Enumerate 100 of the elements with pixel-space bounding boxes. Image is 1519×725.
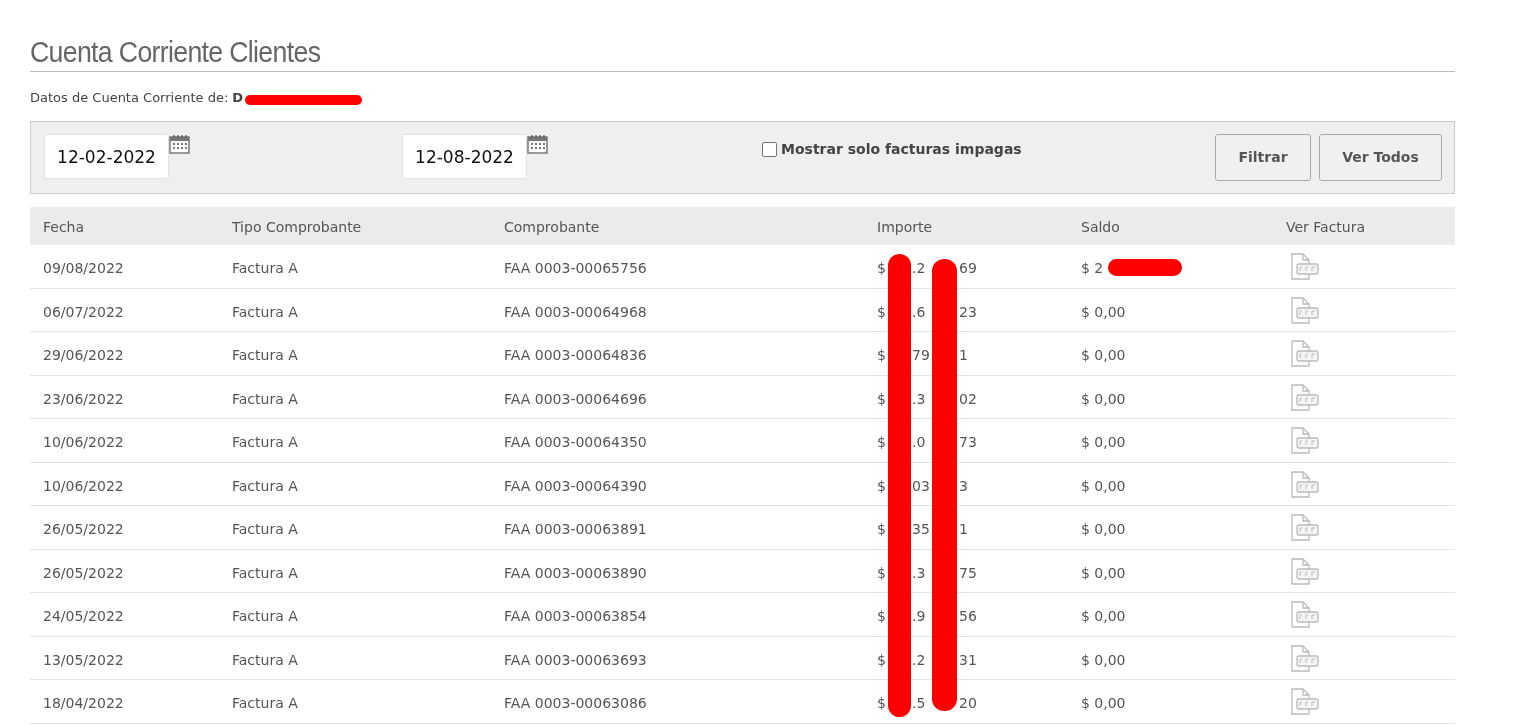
table-cell-text: 1 (959, 520, 968, 539)
table-cell-text: .5 (912, 694, 926, 713)
checkbox-label: Mostrar solo facturas impagas (781, 140, 1022, 159)
table-cell-text: 35 (912, 520, 930, 539)
table-cell-text: FAA 0003-00064390 (504, 476, 647, 496)
table-cell-text: 02 (959, 389, 977, 409)
show-all-button[interactable]: Ver Todos (1319, 134, 1442, 181)
table-cell-text: $ (877, 346, 886, 365)
table-cell-text: 10/06/2022 (43, 433, 124, 452)
table-cell-text: $ 0,00 (1081, 389, 1126, 409)
unpaid-checkbox[interactable] (762, 142, 777, 157)
column-header: Fecha (43, 218, 85, 237)
table-cell-text: 1 (959, 346, 968, 365)
pdf-file-icon[interactable] (1288, 601, 1320, 629)
table-cell-text: Factura A (232, 650, 298, 670)
table-cell-text: $ 0,00 (1081, 694, 1126, 713)
table-cell-text: FAA 0003-00063890 (504, 563, 647, 583)
table-cell-text: .6 (912, 302, 926, 322)
table-cell-text: 3 (959, 476, 968, 496)
table-cell-text: Factura A (232, 346, 298, 365)
table-cell-text: .9 (912, 607, 926, 626)
table-cell-text: $ (877, 389, 886, 409)
table-cell-text: 10/06/2022 (43, 476, 124, 496)
table-cell-text: Factura A (232, 433, 298, 452)
table-cell-text: Factura A (232, 476, 298, 496)
table-cell-text: $ 0,00 (1081, 346, 1126, 365)
pdf-file-icon[interactable] (1288, 688, 1320, 716)
table-cell-text: 24/05/2022 (43, 607, 124, 626)
calendar-icon[interactable] (527, 134, 548, 154)
table-cell-text: 26/05/2022 (43, 520, 124, 539)
table-cell-text: FAA 0003-00063854 (504, 607, 647, 626)
column-header: Tipo Comprobante (232, 218, 362, 237)
table-cell-text: Factura A (232, 694, 298, 713)
column-header: Comprobante (504, 218, 600, 237)
table-cell-text: Factura A (232, 607, 298, 626)
table-cell-text: 29/06/2022 (43, 346, 124, 365)
table-cell-text: 13/05/2022 (43, 650, 124, 670)
table-cell-text: 23 (959, 302, 977, 322)
table-cell-text: 09/08/2022 (43, 259, 124, 278)
table-cell-text: 56 (959, 607, 977, 626)
table-cell-text: $ 2 (1081, 259, 1104, 278)
table-cell-text: 75 (959, 563, 977, 583)
table-cell-text: 69 (959, 259, 977, 278)
table-cell-text: Factura A (232, 563, 298, 583)
table-cell-text: .2 (912, 259, 926, 278)
table-cell-text: .3 (912, 563, 926, 583)
table-cell-text: Factura A (232, 520, 298, 539)
pdf-file-icon[interactable] (1288, 383, 1320, 412)
table-cell-text: $ 0,00 (1081, 476, 1126, 496)
account-label: Datos de Cuenta Corriente de: (30, 89, 229, 108)
table-cell-text: $ (877, 563, 886, 583)
table-cell-text: $ 0,00 (1081, 520, 1126, 539)
table-cell-text: $ 0,00 (1081, 607, 1126, 626)
table-cell-text: FAA 0003-00064968 (504, 302, 647, 322)
table-cell-text: $ (877, 259, 886, 278)
pdf-file-icon[interactable] (1288, 253, 1320, 281)
table-cell-text: $ 0,00 (1081, 433, 1126, 452)
column-header: Saldo (1081, 218, 1120, 237)
table-cell-text: $ (877, 650, 886, 670)
table-cell-text: $ (877, 433, 886, 452)
pdf-file-icon[interactable] (1288, 340, 1320, 368)
table-cell-text: 03 (912, 476, 930, 496)
table-cell-text: .0 (912, 433, 926, 452)
date-field[interactable]: 12-08-2022 (402, 134, 527, 179)
pdf-file-icon[interactable] (1288, 296, 1320, 325)
table-cell-text: $ (877, 476, 886, 496)
client-name: D (232, 89, 244, 108)
table-cell-text: FAA 0003-00064696 (504, 389, 647, 409)
table-cell-text: FAA 0003-00063693 (504, 650, 647, 670)
table-cell-text: 26/05/2022 (43, 563, 124, 583)
table-cell-text: 31 (959, 650, 977, 670)
pdf-file-icon[interactable] (1288, 514, 1320, 542)
table-cell-text: 79 (912, 346, 930, 365)
pdf-file-icon[interactable] (1288, 557, 1320, 586)
page-title: Cuenta Corriente Clientes (30, 35, 322, 70)
table-cell-text: 06/07/2022 (43, 302, 124, 322)
pdf-file-icon[interactable] (1288, 644, 1320, 673)
filter-button[interactable]: Filtrar (1215, 134, 1311, 181)
table-cell-text: $ 0,00 (1081, 302, 1126, 322)
table-cell-text: $ (877, 607, 886, 626)
table-cell-text: Factura A (232, 389, 298, 409)
calendar-icon[interactable] (169, 134, 190, 154)
table-cell-text: FAA 0003-00063891 (504, 520, 647, 539)
table-cell-text: $ 0,00 (1081, 563, 1126, 583)
table-cell-text: Factura A (232, 259, 298, 278)
table-cell-text: 20 (959, 694, 977, 713)
column-header: Importe (877, 218, 933, 237)
table-cell-text: .3 (912, 389, 926, 409)
table-cell-text: FAA 0003-00063086 (504, 694, 647, 713)
table-cell-text: Factura A (232, 302, 298, 322)
table-cell-text: $ 0,00 (1081, 650, 1126, 670)
table-cell-text: 18/04/2022 (43, 694, 124, 713)
table-cell-text: FAA 0003-00064350 (504, 433, 647, 452)
table-cell-text: $ (877, 520, 886, 539)
pdf-file-icon[interactable] (1288, 470, 1320, 499)
table-cell-text: .2 (912, 650, 926, 670)
table-cell-text: $ (877, 694, 886, 713)
column-header: Ver Factura (1286, 218, 1366, 237)
pdf-file-icon[interactable] (1288, 427, 1320, 455)
date-field[interactable]: 12-02-2022 (44, 134, 169, 179)
